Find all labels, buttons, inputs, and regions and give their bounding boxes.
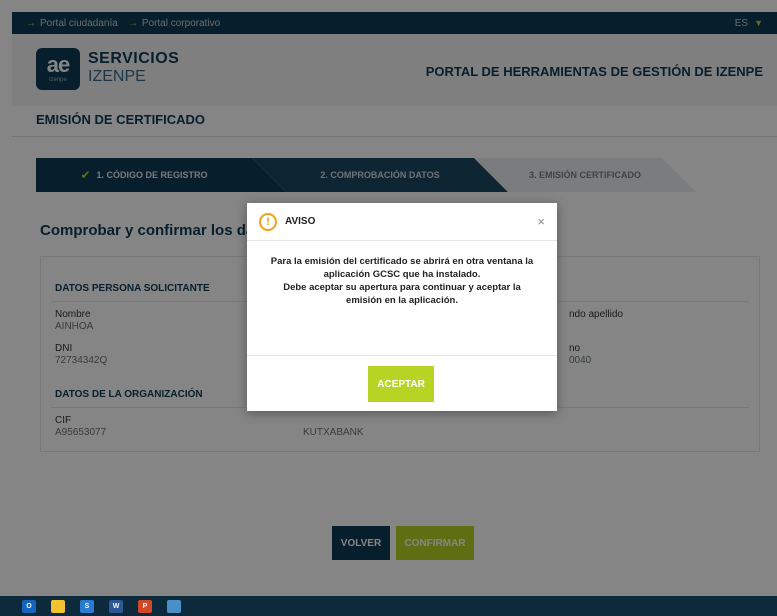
- aceptar-button[interactable]: ACEPTAR: [368, 366, 434, 402]
- dialog-message-line-4: emisión en la aplicación.: [346, 295, 458, 306]
- dialog-message-line-3: Debe aceptar su apertura para continuar …: [283, 282, 521, 293]
- dialog-header: ! AVISO ×: [247, 203, 557, 241]
- file-explorer-icon[interactable]: [51, 599, 65, 613]
- dialog-message: Para la emisión del certificado se abrir…: [257, 255, 547, 307]
- warning-icon: !: [259, 212, 277, 231]
- dialog-footer-divider: [247, 355, 557, 356]
- close-icon[interactable]: ×: [537, 214, 545, 229]
- photos-icon[interactable]: [167, 599, 181, 613]
- powerpoint-icon[interactable]: P: [138, 599, 152, 613]
- taskbar: O S W P: [0, 596, 777, 616]
- outlook-icon[interactable]: O: [22, 599, 36, 613]
- skype-icon[interactable]: S: [80, 599, 94, 613]
- dialog-message-line-2: aplicación GCSC que ha instalado.: [323, 269, 481, 280]
- aviso-dialog: ! AVISO × Para la emisión del certificad…: [247, 203, 557, 411]
- dialog-message-line-1: Para la emisión del certificado se abrir…: [270, 256, 534, 267]
- word-icon[interactable]: W: [109, 599, 123, 613]
- dialog-title: AVISO: [285, 216, 316, 227]
